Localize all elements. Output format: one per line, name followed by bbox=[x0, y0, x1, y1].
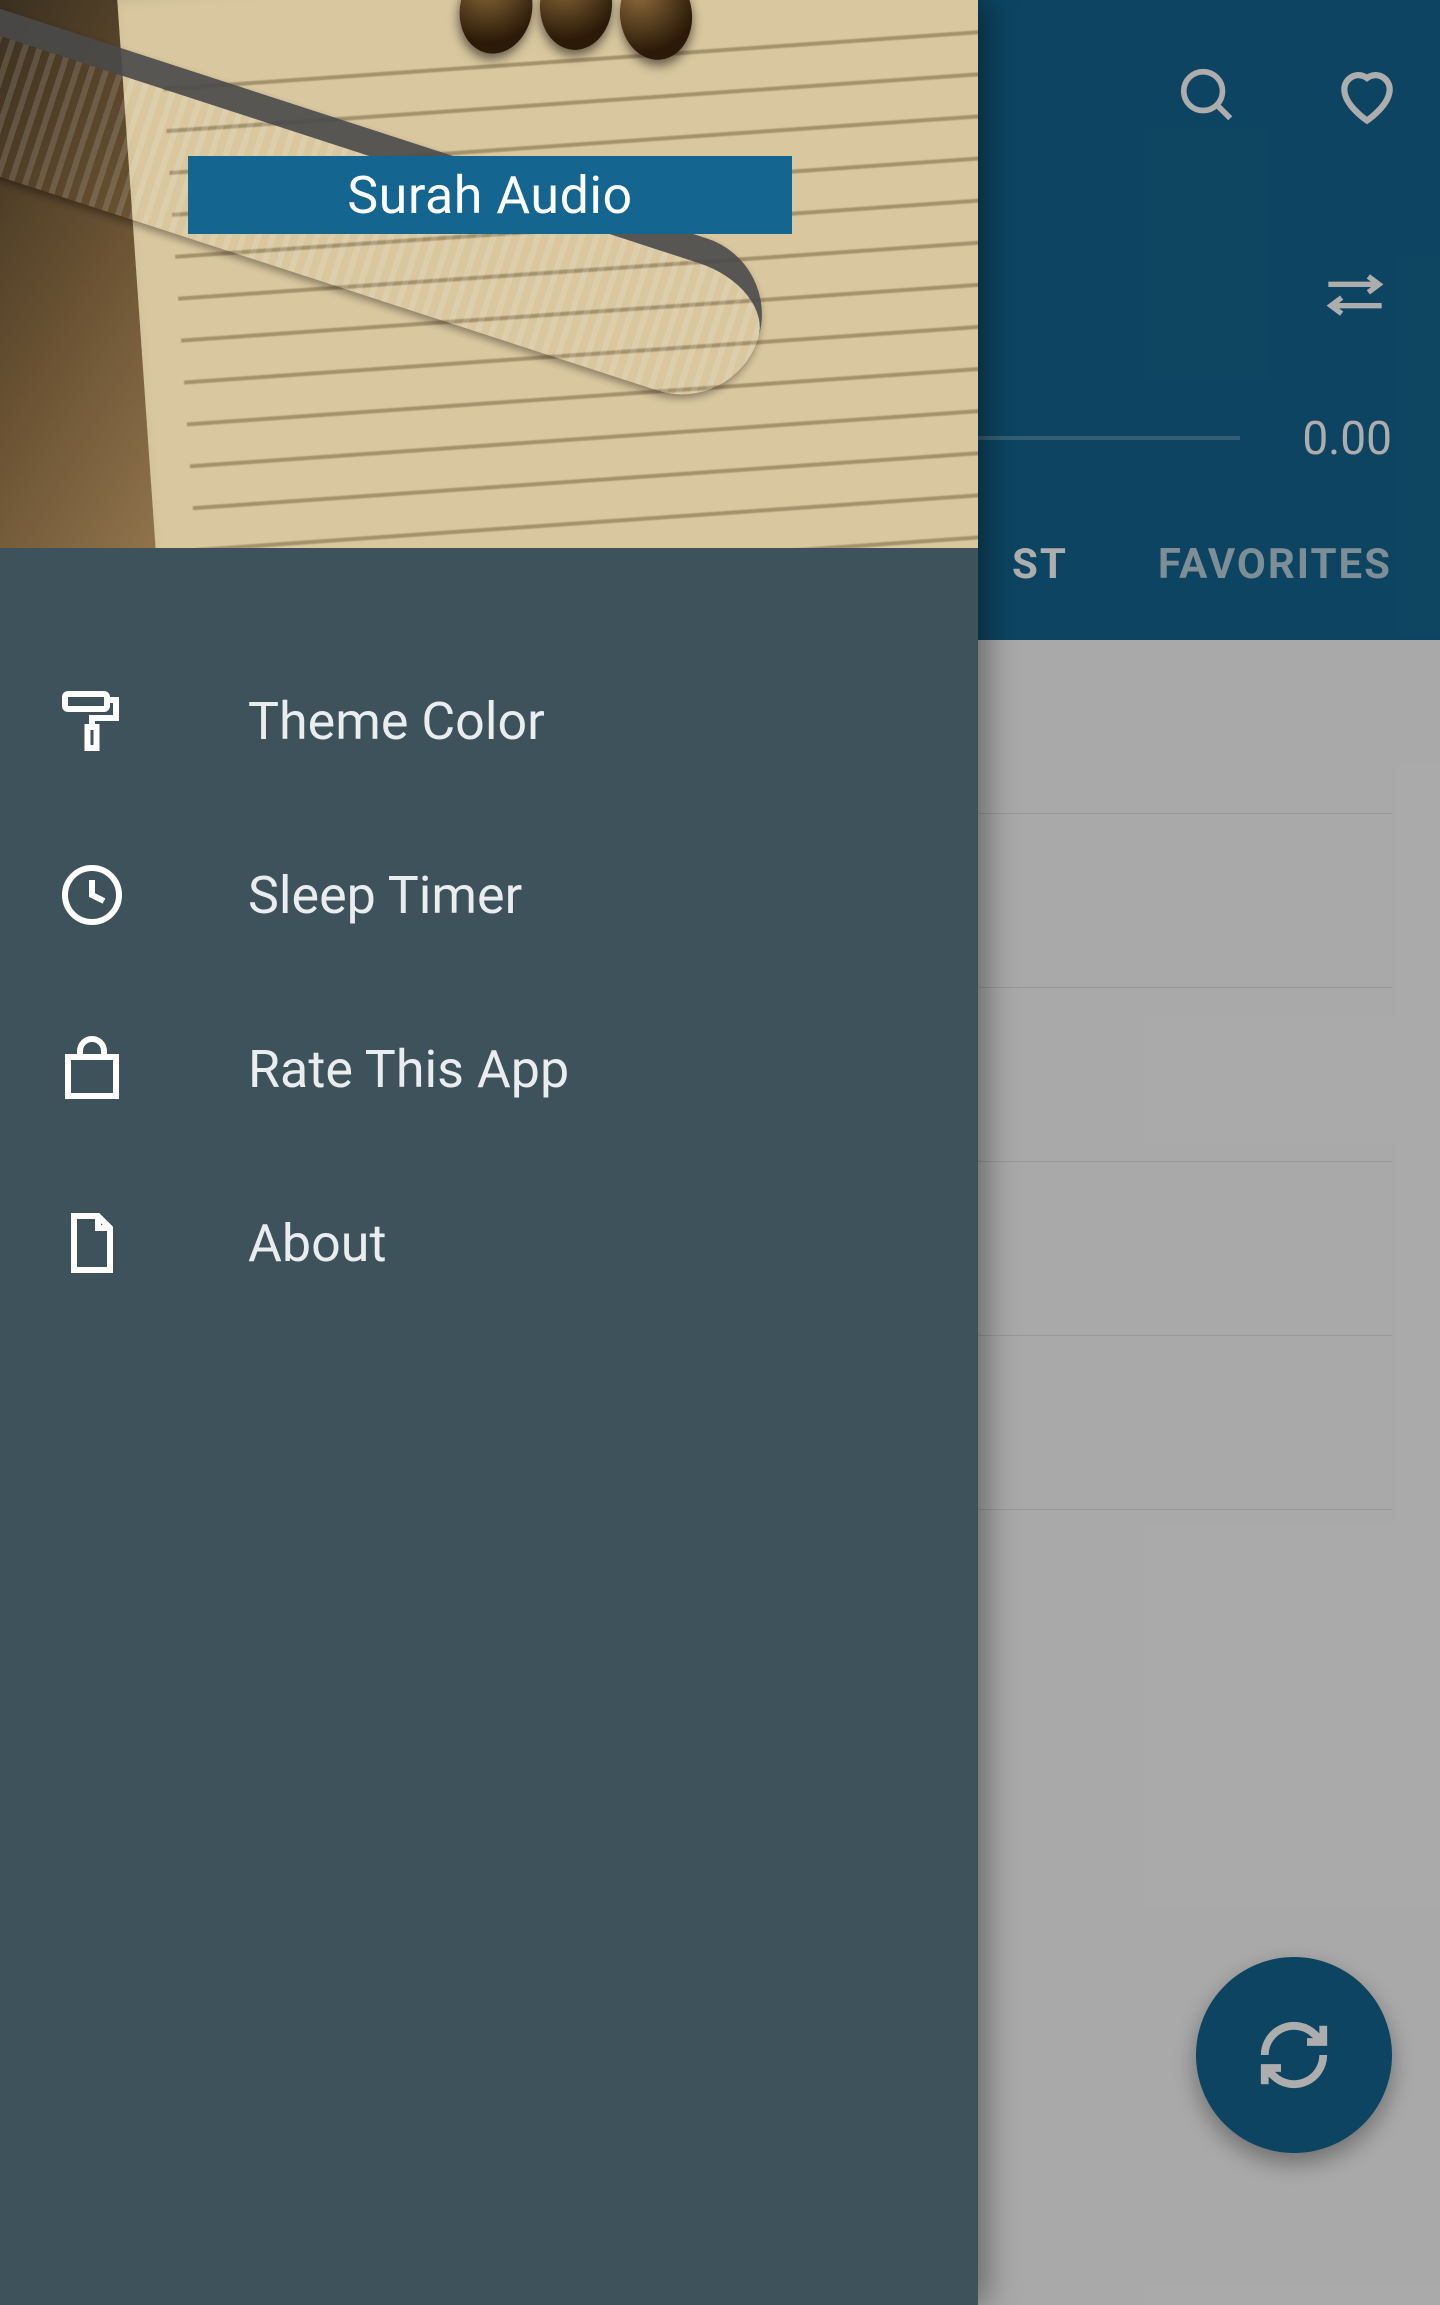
menu-item-theme-color[interactable]: Theme Color bbox=[0, 634, 978, 808]
shopping-bag-icon bbox=[54, 1031, 130, 1107]
menu-item-label: Rate This App bbox=[248, 1039, 569, 1100]
document-icon bbox=[54, 1205, 130, 1281]
paint-roller-icon bbox=[54, 683, 130, 759]
navigation-drawer: Surah Audio Theme Color bbox=[0, 0, 978, 2305]
clock-icon bbox=[54, 857, 130, 933]
menu-item-label: Sleep Timer bbox=[248, 865, 522, 926]
drawer-header: Surah Audio bbox=[0, 0, 978, 548]
menu-item-label: About bbox=[248, 1213, 386, 1274]
drawer-menu: Theme Color Sleep Timer bbox=[0, 548, 978, 1330]
menu-item-rate-app[interactable]: Rate This App bbox=[0, 982, 978, 1156]
drawer-title: Surah Audio bbox=[188, 156, 792, 234]
menu-item-label: Theme Color bbox=[248, 691, 545, 752]
menu-item-about[interactable]: About bbox=[0, 1156, 978, 1330]
menu-item-sleep-timer[interactable]: Sleep Timer bbox=[0, 808, 978, 982]
